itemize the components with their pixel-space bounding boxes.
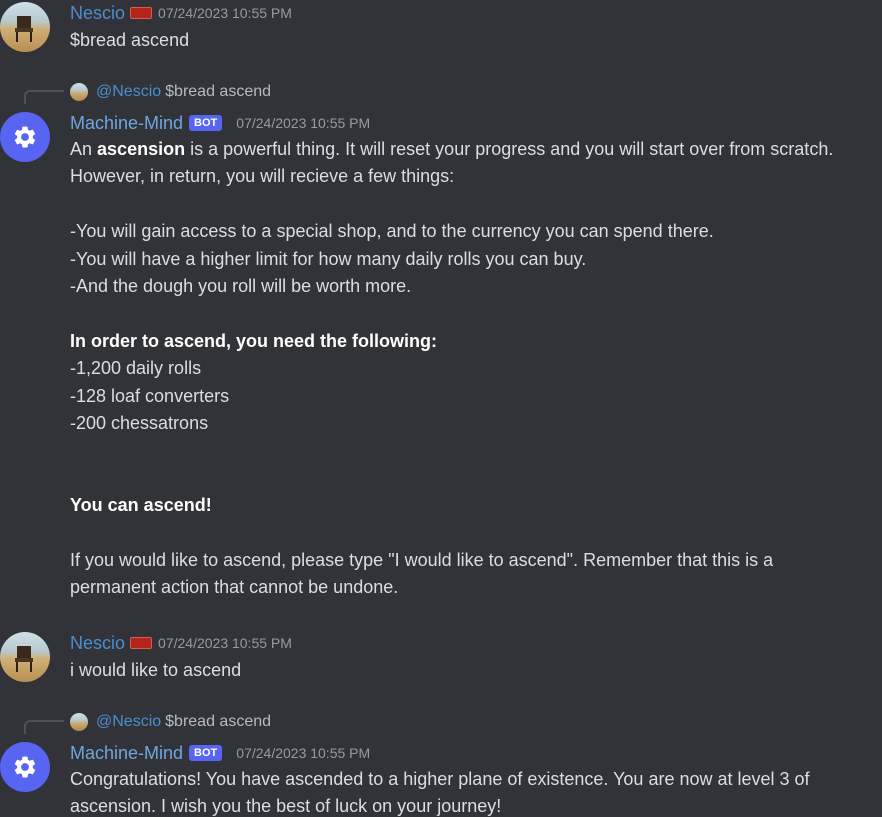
message-line: $bread ascend bbox=[70, 30, 190, 50]
username[interactable]: Nescio bbox=[70, 633, 125, 654]
avatar[interactable] bbox=[0, 2, 50, 52]
message-line: An ascension is a powerful thing. It wil… bbox=[70, 136, 878, 163]
message-line: -200 chessatrons bbox=[70, 413, 209, 434]
timestamp: 07/24/2023 10:55 PM bbox=[236, 745, 371, 761]
flag-badge-icon bbox=[130, 637, 153, 649]
message-line bbox=[70, 300, 878, 327]
chat-log: Nescio 07/24/2023 10:55 PM $bread ascend… bbox=[0, 0, 882, 817]
timestamp: 07/24/2023 10:55 PM bbox=[236, 115, 371, 131]
timestamp: 07/24/2023 10:55 PM bbox=[158, 5, 292, 21]
timestamp: 07/24/2023 10:55 PM bbox=[158, 635, 292, 651]
text-run: is a powerful thing. It will reset your … bbox=[185, 139, 834, 159]
message-line: ascension. I wish you the best of luck o… bbox=[70, 796, 502, 817]
message-line: Congratulations! You have ascended to a … bbox=[70, 769, 810, 789]
username[interactable]: Machine-Mind bbox=[70, 113, 183, 134]
message-line: permanent action that cannot be undone. bbox=[70, 577, 399, 598]
message-line-bold: In order to ascend, you need the followi… bbox=[70, 328, 878, 355]
reply-spine bbox=[24, 90, 64, 104]
reply-snippet[interactable]: $bread ascend bbox=[165, 83, 271, 100]
bot-tag: BOT bbox=[189, 745, 223, 761]
message-line-bold: You can ascend! bbox=[70, 492, 878, 519]
message-content: Congratulations! You have ascended to a … bbox=[70, 766, 878, 817]
message-line: -1,200 daily rolls bbox=[70, 358, 202, 379]
chair-icon bbox=[15, 16, 33, 42]
message-line bbox=[70, 191, 878, 218]
message-content: An ascension is a powerful thing. It wil… bbox=[70, 136, 878, 602]
message-line bbox=[70, 437, 878, 464]
bold-text: In order to ascend, you need the followi… bbox=[70, 330, 438, 351]
message-line: -You will gain access to a special shop,… bbox=[70, 221, 714, 242]
bold-text: You can ascend! bbox=[70, 495, 212, 516]
reply-mention[interactable]: @Nescio bbox=[96, 83, 161, 100]
message-line: If you would like to ascend, please type… bbox=[70, 550, 774, 571]
message-content: i would like to ascend bbox=[70, 657, 878, 684]
message-content: $bread ascend bbox=[70, 27, 878, 54]
gear-icon bbox=[14, 126, 36, 148]
bot-tag: BOT bbox=[189, 115, 223, 131]
message-line bbox=[70, 465, 878, 492]
message-header: Machine-Mind BOT 07/24/2023 10:55 PM bbox=[70, 112, 370, 134]
message-line: However, in return, you will recieve a f… bbox=[70, 166, 455, 187]
flag-badge-icon bbox=[130, 7, 153, 19]
message-line: -You will have a higher limit for how ma… bbox=[70, 248, 587, 269]
reply-avatar bbox=[70, 713, 88, 731]
reply-snippet[interactable]: $bread ascend bbox=[165, 713, 271, 730]
chair-icon bbox=[15, 646, 33, 672]
message-line: i would like to ascend bbox=[70, 660, 242, 680]
avatar[interactable] bbox=[0, 742, 50, 792]
username[interactable]: Nescio bbox=[70, 3, 125, 24]
message-line: -128 loaf converters bbox=[70, 385, 230, 406]
text-run: An bbox=[70, 139, 98, 159]
reply-avatar bbox=[70, 83, 88, 101]
reply-mention[interactable]: @Nescio bbox=[96, 713, 161, 730]
reply-reference[interactable]: @Nescio $bread ascend bbox=[24, 80, 624, 104]
bold-text: ascension bbox=[97, 139, 186, 159]
reply-spine bbox=[24, 720, 64, 734]
reply-reference[interactable]: @Nescio $bread ascend bbox=[24, 710, 624, 734]
message-header: Nescio 07/24/2023 10:55 PM bbox=[70, 2, 292, 24]
message-line: -And the dough you roll will be worth mo… bbox=[70, 276, 412, 297]
username[interactable]: Machine-Mind bbox=[70, 743, 183, 764]
avatar[interactable] bbox=[0, 632, 50, 682]
message-line bbox=[70, 520, 878, 547]
message-header: Machine-Mind BOT 07/24/2023 10:55 PM bbox=[70, 742, 370, 764]
gear-icon bbox=[14, 756, 36, 778]
message-header: Nescio 07/24/2023 10:55 PM bbox=[70, 632, 292, 654]
avatar[interactable] bbox=[0, 112, 50, 162]
